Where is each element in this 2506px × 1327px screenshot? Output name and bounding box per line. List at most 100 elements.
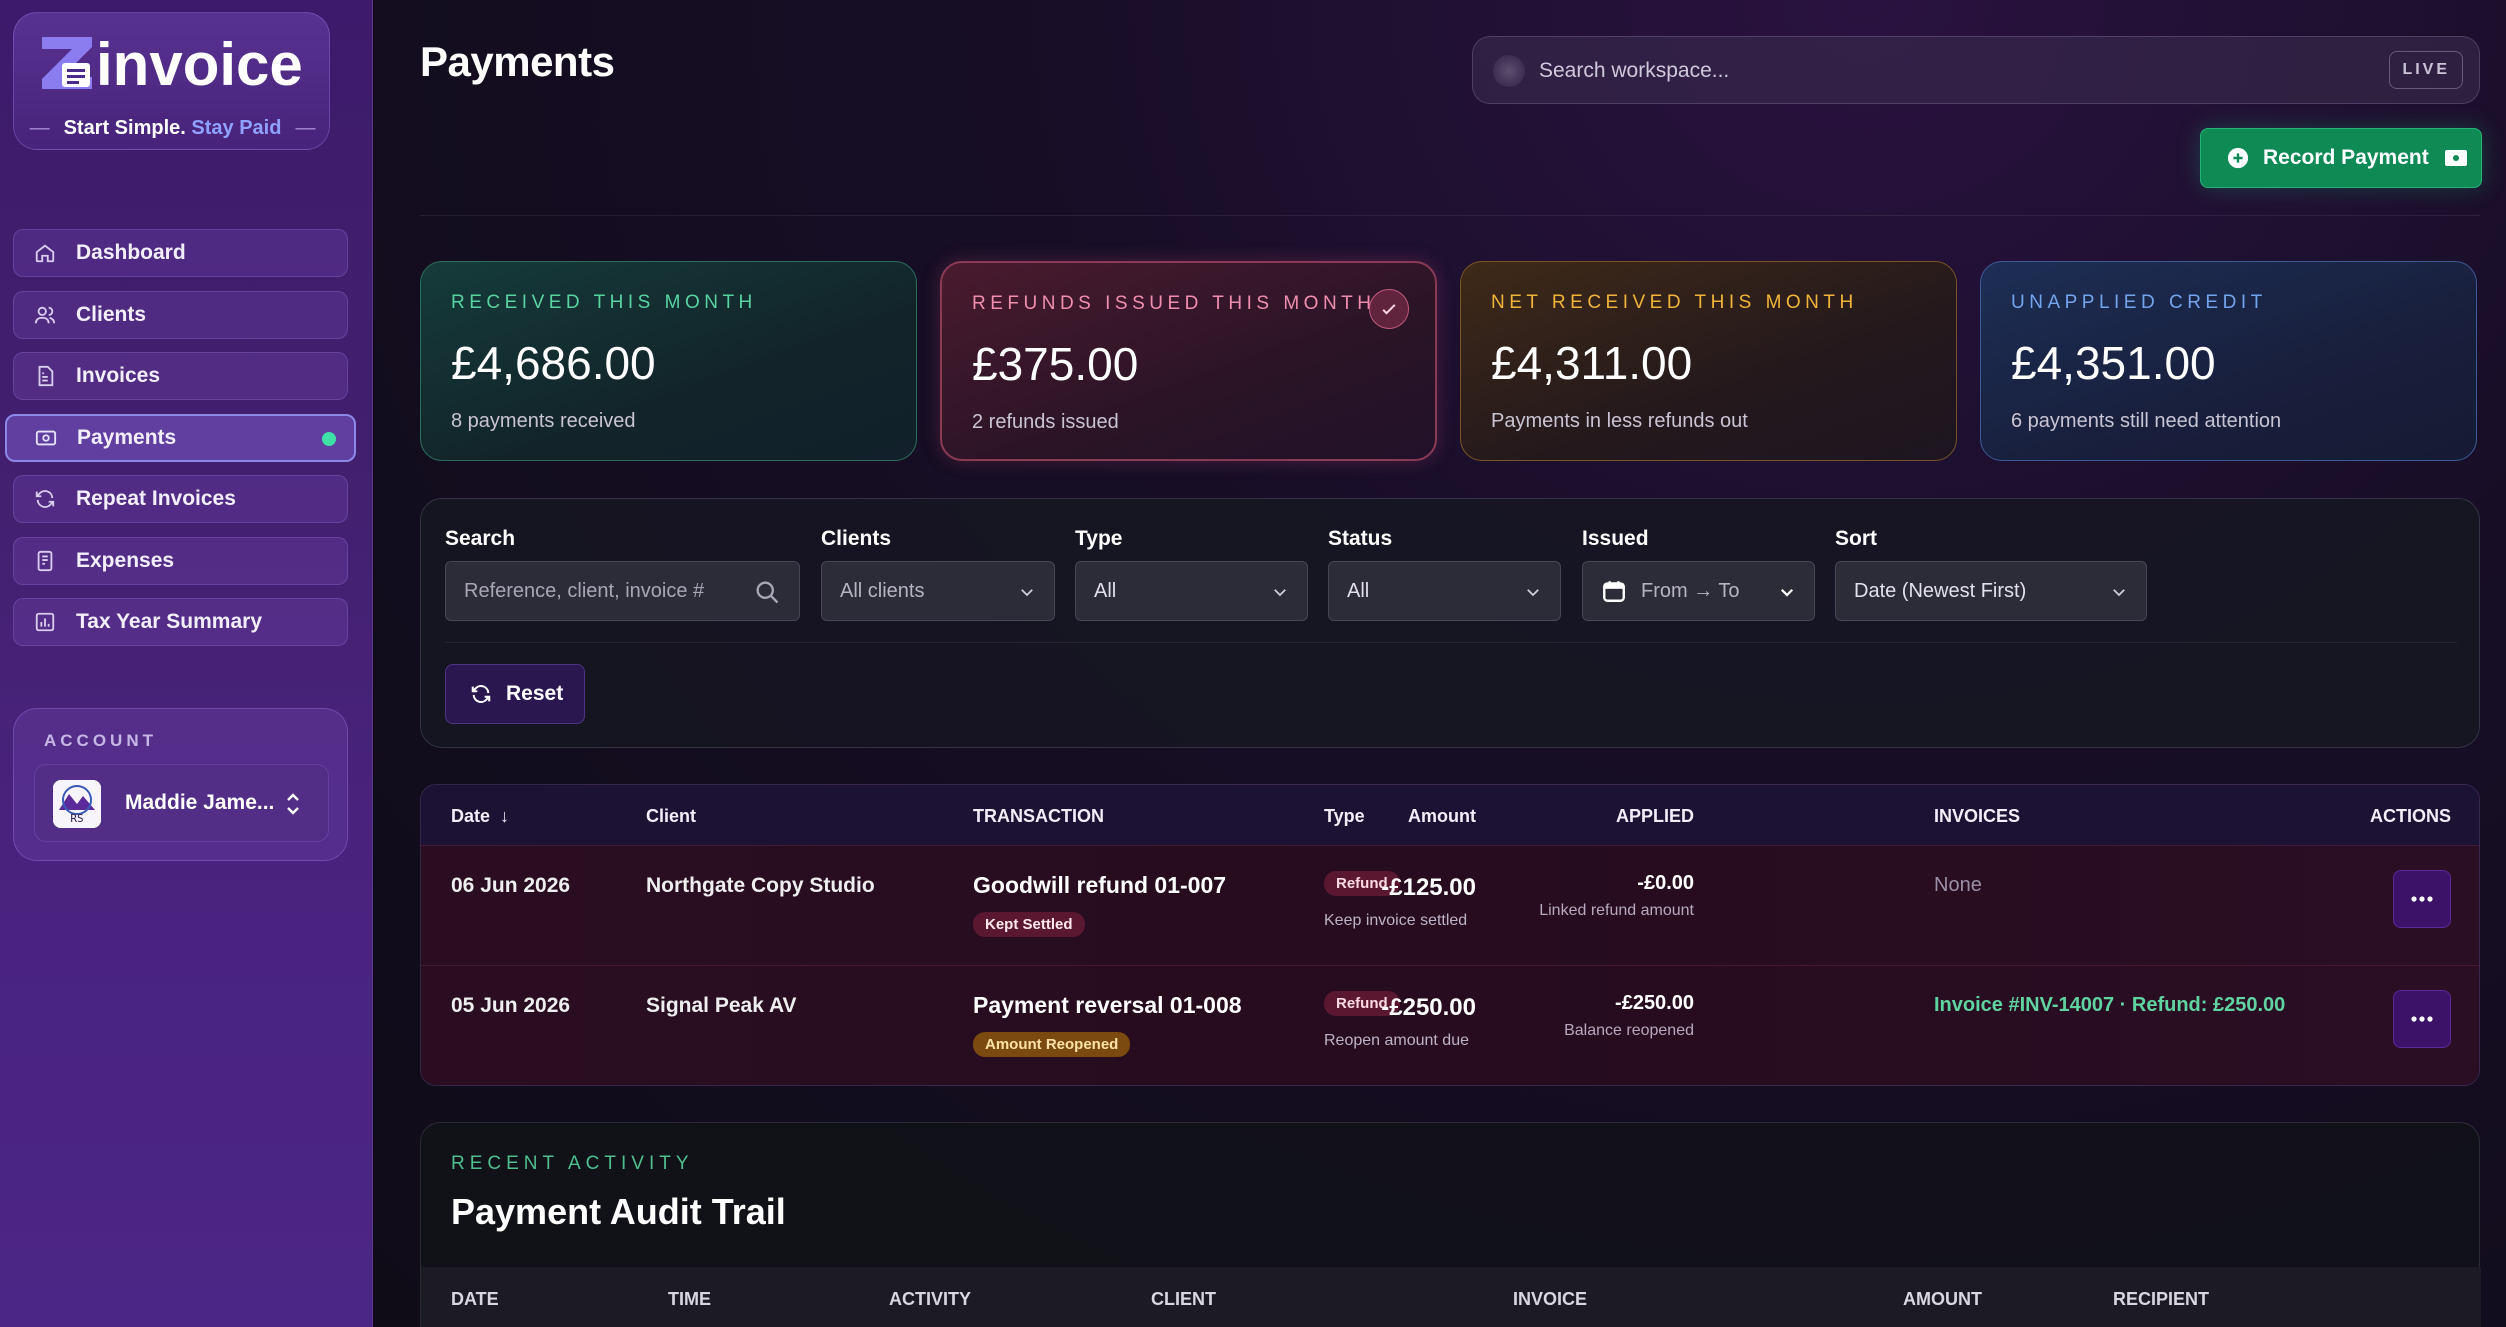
brand-card[interactable]: invoice — Start Simple. Stay Paid — xyxy=(13,12,330,150)
filter-label: Issued xyxy=(1582,527,1649,550)
calendar-icon xyxy=(1603,581,1625,602)
filter-search: Search Reference, client, invoice # xyxy=(445,527,800,621)
col-transaction-header: TRANSACTION xyxy=(973,806,1104,826)
col-actions-header: ACTIONS xyxy=(2370,806,2451,826)
sidebar-item-label: Clients xyxy=(76,302,147,326)
sort-select-value: Date (Newest First) xyxy=(1854,579,2027,602)
sidebar-item-label: Repeat Invoices xyxy=(76,487,236,510)
col-date-header[interactable]: Date ↓ xyxy=(451,806,509,827)
sidebar-item-repeat-invoices[interactable]: Repeat Invoices xyxy=(13,475,348,523)
sidebar-item-dashboard[interactable]: Dashboard xyxy=(13,229,348,277)
status-badge: Amount Reopened xyxy=(973,1032,1131,1057)
col-client-header: Client xyxy=(646,806,697,826)
stat-card-refunds: REFUNDS ISSUED THIS MONTH £375.00 2 refu… xyxy=(940,261,1437,461)
row-date: 06 Jun 2026 xyxy=(451,874,571,897)
check-icon xyxy=(1369,289,1409,329)
sidebar-item-label: Payments xyxy=(77,425,177,449)
stat-label: UNAPPLIED CREDIT xyxy=(2011,292,2267,313)
stat-subtext: 2 refunds issued xyxy=(972,411,1119,433)
status-badge: Kept Settled xyxy=(973,912,1085,937)
plus-circle-icon xyxy=(2227,147,2249,169)
chevron-down-icon xyxy=(1274,589,1286,597)
header-divider xyxy=(420,215,2480,216)
sidebar-item-clients[interactable]: Clients xyxy=(13,290,348,339)
row-actions-button[interactable] xyxy=(2393,870,2451,928)
sidebar-item-expenses[interactable]: Expenses xyxy=(13,536,348,585)
filter-search-placeholder: Reference, client, invoice # xyxy=(464,579,705,602)
chevron-up-down-icon xyxy=(287,793,299,815)
stat-label: RECEIVED THIS MONTH xyxy=(451,292,757,313)
workspace-search: LIVE xyxy=(1472,36,2480,104)
issued-range-value: From → To xyxy=(1641,579,1740,602)
sidebar-item-payments[interactable]: Payments xyxy=(5,413,356,462)
stat-label: NET RECEIVED THIS MONTH xyxy=(1491,292,1858,313)
reset-label: Reset xyxy=(506,682,564,705)
row-type-description: Keep invoice settled xyxy=(1324,912,1468,929)
row-applied-note: Linked refund amount xyxy=(1539,902,1694,919)
stat-card-received: RECEIVED THIS MONTH £4,686.00 8 payments… xyxy=(420,261,917,461)
sort-desc-icon: ↓ xyxy=(500,806,510,826)
stat-subtext: 6 payments still need attention xyxy=(2011,410,2282,432)
page-title: Payments xyxy=(420,38,615,85)
table-row[interactable]: 06 Jun 2026 Northgate Copy Studio Goodwi… xyxy=(421,845,2479,965)
stat-value: £4,686.00 xyxy=(451,337,656,389)
filter-search-input[interactable]: Reference, client, invoice # xyxy=(445,561,800,621)
avatar-initials: RS xyxy=(70,812,83,825)
type-select[interactable]: All xyxy=(1075,561,1308,621)
avatar: RS xyxy=(53,780,101,828)
row-amount: -£125.00 xyxy=(1381,874,1476,901)
table-header: Date ↓ Client TRANSACTION Type Amount AP… xyxy=(421,785,2479,845)
col-invoices-header: INVOICES xyxy=(1934,806,2021,826)
status-select-value: All xyxy=(1347,579,1370,602)
audit-col-client: CLIENT xyxy=(1151,1289,1216,1309)
tagline-main: Start Simple. xyxy=(63,117,186,139)
chevron-down-icon xyxy=(1021,589,1033,597)
search-glow-icon xyxy=(1493,55,1525,87)
tagline-accent: Stay Paid xyxy=(191,117,282,139)
sort-select[interactable]: Date (Newest First) xyxy=(1835,561,2147,621)
col-amount-header: Amount xyxy=(1408,806,1476,826)
account-switcher[interactable]: RS Maddie Jame... xyxy=(34,764,329,842)
search-icon xyxy=(756,581,779,604)
reset-button[interactable]: Reset xyxy=(445,664,585,724)
sidebar-item-tax-year-summary[interactable]: Tax Year Summary xyxy=(13,598,348,646)
filter-sort: Sort Date (Newest First) xyxy=(1835,527,2147,621)
receipt-icon xyxy=(34,550,56,572)
account-card: ACCOUNT RS Maddie Jame... xyxy=(13,708,348,861)
audit-col-time: TIME xyxy=(668,1289,711,1309)
stat-label: REFUNDS ISSUED THIS MONTH xyxy=(972,293,1376,314)
account-name: Maddie Jame... xyxy=(125,791,275,814)
filter-panel: Search Reference, client, invoice # Clie… xyxy=(420,498,2480,748)
clients-select-value: All clients xyxy=(840,579,925,602)
sidebar-item-label: Tax Year Summary xyxy=(76,610,263,633)
stat-card-unapplied-credit: UNAPPLIED CREDIT £4,351.00 6 payments st… xyxy=(1980,261,2477,461)
row-type-description: Reopen amount due xyxy=(1324,1032,1469,1049)
row-invoice-link[interactable]: Invoice #INV-14007 · Refund: £250.00 xyxy=(1934,994,2285,1017)
issued-date-range[interactable]: From → To xyxy=(1582,561,1815,621)
col-date-label: Date xyxy=(451,806,491,826)
cash-icon xyxy=(35,427,57,449)
sidebar: invoice — Start Simple. Stay Paid — Dashbo… xyxy=(0,0,373,1327)
clients-select[interactable]: All clients xyxy=(821,561,1055,621)
row-invoices: None xyxy=(1934,874,1982,896)
row-applied: -£250.00 xyxy=(1615,992,1694,1014)
main-content: Payments LIVE Record Payment RECEIVED TH… xyxy=(374,0,2506,1327)
active-indicator-dot xyxy=(322,431,336,446)
table-row[interactable]: 05 Jun 2026 Signal Peak AV Payment rever… xyxy=(421,965,2479,1085)
sidebar-item-invoices[interactable]: Invoices xyxy=(13,352,348,400)
stat-subtext: 8 payments received xyxy=(451,410,636,432)
refresh-icon xyxy=(471,685,491,703)
account-label: ACCOUNT xyxy=(44,731,157,750)
status-select[interactable]: All xyxy=(1328,561,1561,621)
document-icon xyxy=(34,365,56,387)
sidebar-item-label: Invoices xyxy=(76,364,161,387)
chart-icon xyxy=(34,611,56,633)
more-horizontal-icon xyxy=(2411,1016,2433,1022)
brand-tagline: — Start Simple. Stay Paid — xyxy=(29,117,316,139)
workspace-search-input[interactable] xyxy=(1539,51,2399,91)
filter-label: Status xyxy=(1328,527,1393,550)
stat-value: £375.00 xyxy=(972,338,1139,390)
record-payment-button[interactable]: Record Payment xyxy=(2200,128,2482,188)
row-client: Northgate Copy Studio xyxy=(646,874,875,897)
row-actions-button[interactable] xyxy=(2393,990,2451,1048)
